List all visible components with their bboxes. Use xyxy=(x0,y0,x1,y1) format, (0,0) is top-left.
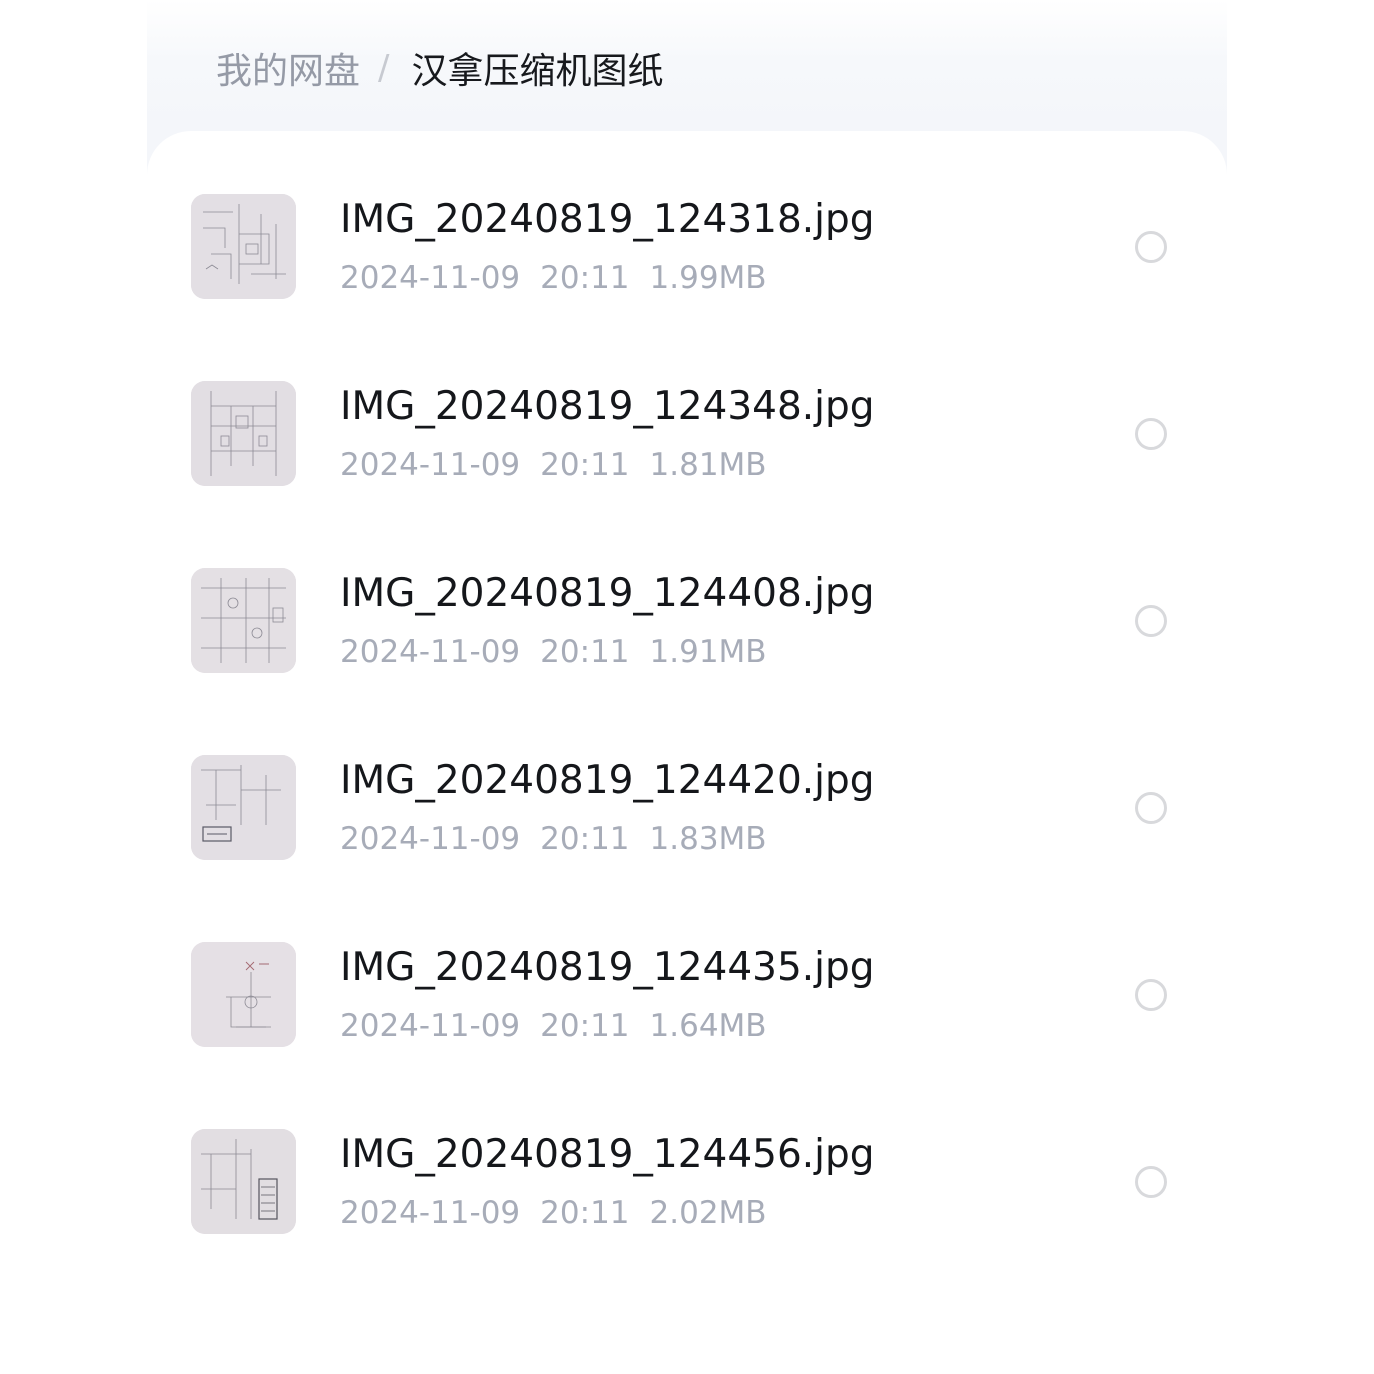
image-thumbnail-icon xyxy=(191,755,296,860)
image-thumbnail-icon xyxy=(191,942,296,1047)
file-time: 20:11 xyxy=(540,821,630,857)
breadcrumb-separator: / xyxy=(378,48,390,88)
file-date: 2024-11-09 xyxy=(340,447,521,483)
select-radio[interactable] xyxy=(1135,979,1167,1011)
breadcrumb: 我的网盘 / 汉拿压缩机图纸 xyxy=(216,42,664,94)
breadcrumb-current-folder: 汉拿压缩机图纸 xyxy=(411,51,664,92)
file-name: IMG_20240819_124318.jpg xyxy=(340,197,875,242)
file-row[interactable]: IMG_20240819_124456.jpg 2024-11-09 20:11 2… xyxy=(147,1129,1227,1316)
image-thumbnail-icon xyxy=(191,568,296,673)
file-time: 20:11 xyxy=(540,634,630,670)
file-browser: 我的网盘 / 汉拿压缩机图纸 IMG_20240819_124318.jpg 2… xyxy=(147,0,1227,1374)
file-meta: 2024-11-09 20:11 1.83MB xyxy=(340,819,787,859)
file-size: 1.83MB xyxy=(649,821,767,857)
file-date: 2024-11-09 xyxy=(340,1008,521,1044)
file-name: IMG_20240819_124435.jpg xyxy=(340,945,875,990)
file-row[interactable]: IMG_20240819_124420.jpg 2024-11-09 20:11 1… xyxy=(147,755,1227,942)
file-date: 2024-11-09 xyxy=(340,260,521,296)
select-radio[interactable] xyxy=(1135,605,1167,637)
image-thumbnail-icon xyxy=(191,1129,296,1234)
file-name: IMG_20240819_124420.jpg xyxy=(340,758,875,803)
file-name: IMG_20240819_124348.jpg xyxy=(340,384,875,429)
file-size: 1.99MB xyxy=(649,260,767,296)
select-radio[interactable] xyxy=(1135,231,1167,263)
select-radio[interactable] xyxy=(1135,418,1167,450)
select-radio[interactable] xyxy=(1135,1166,1167,1198)
file-list: IMG_20240819_124318.jpg 2024-11-09 20:11 1… xyxy=(147,131,1227,1374)
select-radio[interactable] xyxy=(1135,792,1167,824)
file-date: 2024-11-09 xyxy=(340,1195,521,1231)
file-date: 2024-11-09 xyxy=(340,821,521,857)
file-row[interactable]: IMG_20240819_124408.jpg 2024-11-09 20:11 1… xyxy=(147,568,1227,755)
file-size: 1.91MB xyxy=(649,634,767,670)
file-name: IMG_20240819_124456.jpg xyxy=(340,1132,875,1177)
file-meta: 2024-11-09 20:11 1.64MB xyxy=(340,1006,787,1046)
breadcrumb-root-link[interactable]: 我的网盘 xyxy=(216,42,360,94)
file-time: 20:11 xyxy=(540,1008,630,1044)
file-size: 2.02MB xyxy=(649,1195,767,1231)
file-meta: 2024-11-09 20:11 1.99MB xyxy=(340,258,787,298)
image-thumbnail-icon xyxy=(191,381,296,486)
file-row[interactable]: IMG_20240819_124348.jpg 2024-11-09 20:11 1… xyxy=(147,381,1227,568)
file-time: 20:11 xyxy=(540,1195,630,1231)
file-meta: 2024-11-09 20:11 1.91MB xyxy=(340,632,787,672)
file-date: 2024-11-09 xyxy=(340,634,521,670)
file-meta: 2024-11-09 20:11 1.81MB xyxy=(340,445,787,485)
file-time: 20:11 xyxy=(540,447,630,483)
file-name: IMG_20240819_124408.jpg xyxy=(340,571,875,616)
file-time: 20:11 xyxy=(540,260,630,296)
file-meta: 2024-11-09 20:11 2.02MB xyxy=(340,1193,787,1233)
file-row[interactable]: IMG_20240819_124318.jpg 2024-11-09 20:11 1… xyxy=(147,194,1227,381)
file-size: 1.64MB xyxy=(649,1008,767,1044)
file-row[interactable]: IMG_20240819_124435.jpg 2024-11-09 20:11 1… xyxy=(147,942,1227,1129)
file-size: 1.81MB xyxy=(649,447,767,483)
image-thumbnail-icon xyxy=(191,194,296,299)
